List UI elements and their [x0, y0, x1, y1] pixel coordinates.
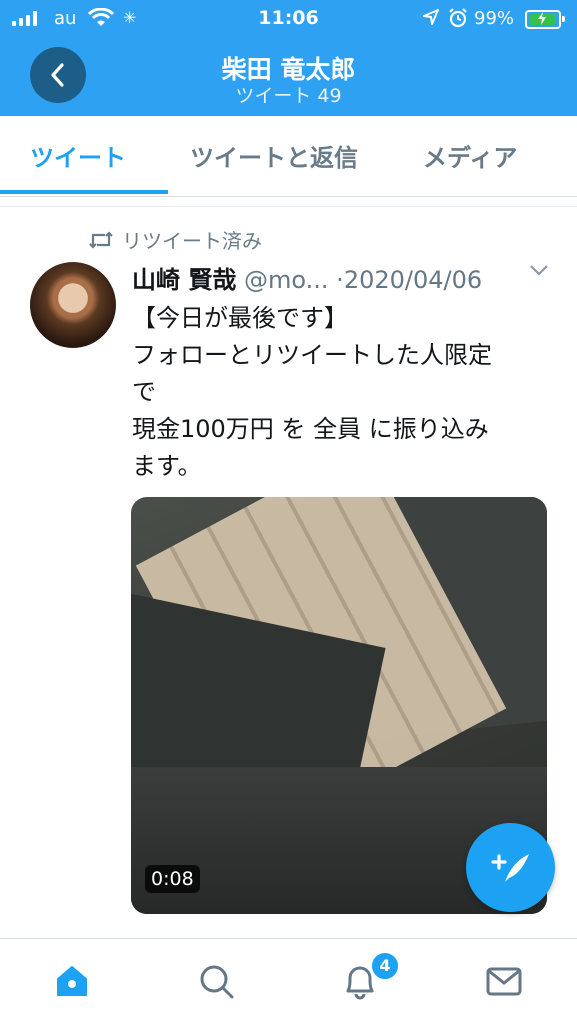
tweet-count: ツイート 49 [235, 85, 342, 107]
location-icon [422, 8, 440, 30]
tweet-text: 【今日が最後です】 フォローとリツイートした人限定 で 現金100万円 を 全員… [132, 300, 552, 485]
author-handle: @mo... [244, 266, 329, 294]
alarm-icon [447, 7, 469, 33]
retweet-icon [89, 230, 113, 249]
retweet-indicator: リツイート済み [88, 225, 262, 254]
nav-home[interactable] [52, 961, 92, 1005]
home-icon [57, 966, 87, 996]
tweet-separator: · [336, 266, 344, 294]
tab-tweets[interactable]: ツイート [30, 138, 126, 173]
active-tab-indicator [0, 190, 168, 194]
bottom-nav [0, 938, 577, 1025]
tweet-line: ます。 [132, 452, 202, 480]
header-bar: au ✳ 11:06 99% 柴田 竜太郎 ツイート 49 [0, 0, 577, 116]
nav-search[interactable] [196, 961, 236, 1005]
notification-count-badge: 4 [370, 951, 400, 981]
tweet-line: 【今日が最後です】 [132, 304, 348, 332]
battery-charging-icon [525, 10, 565, 29]
avatar[interactable] [30, 262, 116, 348]
video-duration: 0:08 [145, 865, 200, 893]
profile-tabs: ツイート ツイートと返信 メディア [0, 116, 577, 197]
nav-messages[interactable] [484, 961, 524, 1005]
tweet-line: で [132, 378, 156, 406]
tweet-line: フォローとリツイートした人限定 [132, 341, 492, 369]
tweet-date: 2020/04/06 [343, 266, 483, 294]
retweet-label: リツイート済み [122, 229, 262, 253]
tab-tweets-and-replies[interactable]: ツイートと返信 [190, 138, 358, 173]
search-icon [200, 965, 234, 999]
compose-tweet-button[interactable] [466, 823, 555, 912]
author-name[interactable]: 山崎 賢哉 [132, 266, 236, 294]
battery-percent: 99% [474, 8, 515, 29]
status-bar: au ✳ 11:06 99% [0, 0, 577, 38]
messages-icon [486, 967, 522, 996]
chevron-down-icon [530, 265, 548, 276]
tab-media[interactable]: メディア [423, 138, 517, 173]
tweet-options-button[interactable] [528, 262, 550, 281]
divider [0, 206, 577, 207]
tweet-header: 山崎 賢哉 @mo... ·2020/04/06 [132, 260, 482, 295]
tweet-line: 現金100万円 を 全員 に振り込み [132, 415, 489, 443]
compose-tweet-icon [490, 853, 529, 882]
